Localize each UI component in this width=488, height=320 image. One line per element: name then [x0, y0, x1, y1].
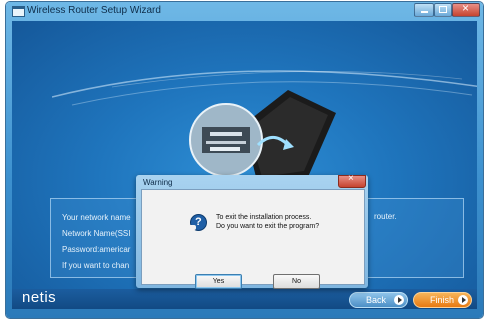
dialog-body: To exit the installation process. Do you… — [141, 189, 365, 289]
ssid-text: Network Name(SSI — [62, 229, 131, 238]
warning-dialog: Warning To exit the installation process… — [136, 173, 368, 289]
footer-bar: netis Back Finish — [12, 289, 477, 309]
arrow-right-icon — [394, 295, 404, 305]
title-bar[interactable]: Wireless Router Setup Wizard — [6, 2, 483, 21]
router-text: router. — [374, 212, 397, 221]
dialog-message-line1: To exit the installation process. — [216, 214, 312, 221]
finish-button-label: Finish — [430, 295, 455, 305]
finish-button[interactable]: Finish — [413, 292, 472, 308]
no-button[interactable]: No — [273, 274, 320, 289]
network-name-text: Your network name — [62, 213, 131, 222]
maximize-button[interactable] — [434, 3, 452, 17]
wizard-window: Wireless Router Setup Wizard × Your netw… — [6, 2, 483, 318]
back-button[interactable]: Back — [349, 292, 408, 308]
password-text: Password:americar — [62, 245, 131, 254]
back-button-label: Back — [366, 295, 387, 305]
close-window-button[interactable] — [452, 2, 480, 17]
minimize-button[interactable] — [414, 3, 434, 17]
arrow-right-icon — [458, 295, 468, 305]
brand-logo: netis — [22, 289, 57, 306]
window-title: Wireless Router Setup Wizard — [27, 5, 161, 16]
screen: Wireless Router Setup Wizard × Your netw… — [0, 0, 488, 320]
window-icon — [12, 6, 25, 17]
dialog-title: Warning — [143, 178, 173, 187]
question-icon — [187, 214, 207, 231]
dialog-close-button[interactable] — [338, 173, 366, 188]
yes-button[interactable]: Yes — [195, 274, 242, 289]
change-text: If you want to chan — [62, 261, 130, 270]
dialog-message-line2: Do you want to exit the program? — [216, 223, 320, 230]
